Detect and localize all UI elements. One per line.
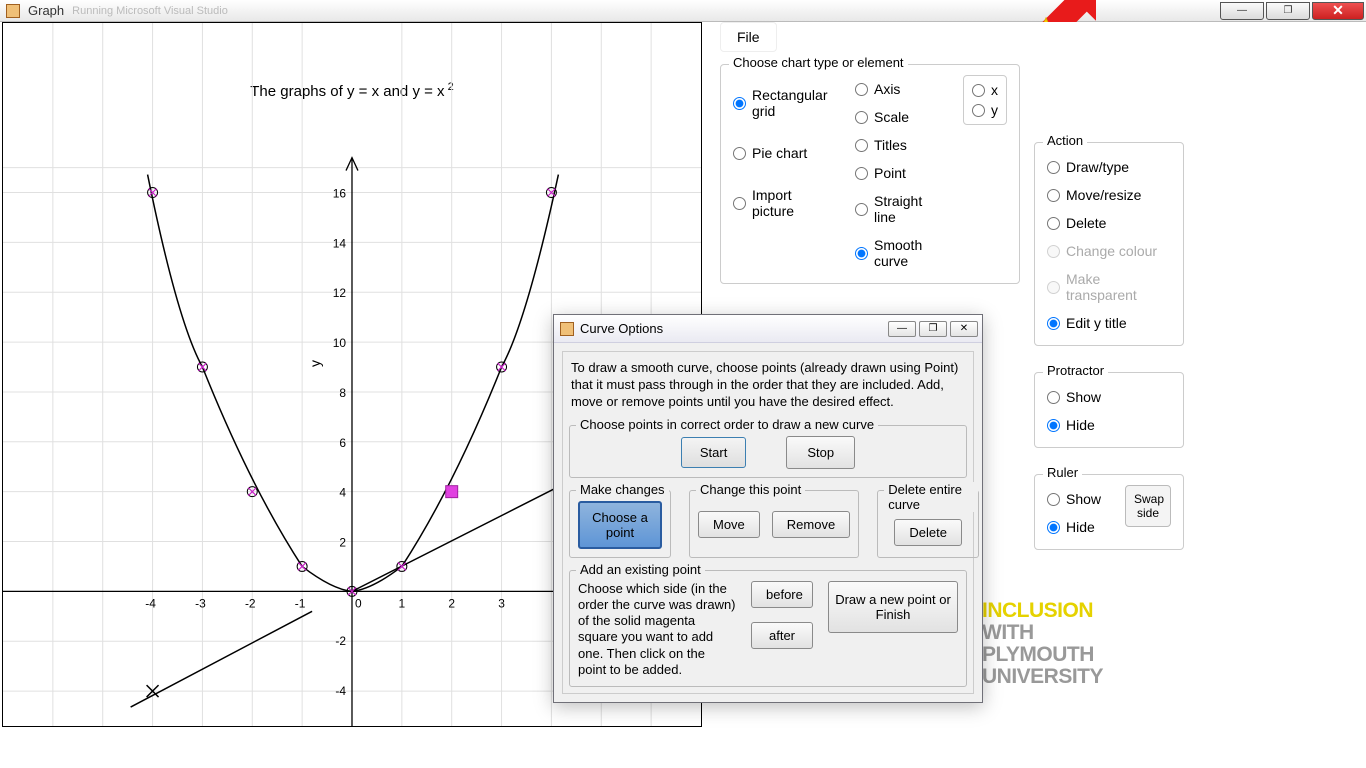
svg-text:0: 0 [355, 596, 362, 610]
svg-text:16: 16 [333, 187, 347, 201]
app-icon [6, 4, 20, 18]
app-title-faded: Running Microsoft Visual Studio [72, 5, 228, 17]
plymouth-logo: INCLUSION WITH PLYMOUTH UNIVERSITY [982, 600, 1103, 688]
group-title: Protractor [1043, 363, 1108, 378]
svg-text:y: y [307, 360, 323, 367]
radio-scale[interactable]: Scale [855, 103, 945, 131]
svg-text:-4: -4 [145, 596, 156, 610]
chart-type-group: Choose chart type or element Rectangular… [720, 64, 1020, 284]
add-existing-group: Add an existing point Choose which side … [569, 570, 967, 688]
svg-text:-2: -2 [245, 596, 256, 610]
choose-a-point-button[interactable]: Choose a point [578, 501, 662, 549]
radio-ruler-show[interactable]: Show [1047, 485, 1119, 513]
svg-text:10: 10 [333, 336, 347, 350]
svg-text:-3: -3 [195, 596, 206, 610]
dialog-close-button[interactable]: ✕ [950, 321, 978, 337]
ruler-group: Ruler Show Hide Swap side [1034, 474, 1184, 550]
dialog-icon [560, 322, 574, 336]
add-existing-desc: Choose which side (in the order the curv… [578, 581, 736, 679]
delete-button[interactable]: Delete [894, 519, 962, 546]
radio-move-resize[interactable]: Move/resize [1047, 181, 1171, 209]
radio-straight-line[interactable]: Straight line [855, 187, 945, 231]
radio-edit-y-title[interactable]: Edit y title [1047, 309, 1171, 337]
svg-text:14: 14 [333, 236, 347, 250]
svg-text:6: 6 [339, 436, 346, 450]
svg-text:12: 12 [333, 286, 347, 300]
svg-text:-4: -4 [335, 684, 346, 698]
file-menu[interactable]: File [720, 22, 777, 52]
svg-text:3: 3 [498, 596, 505, 610]
group-title: Ruler [1043, 465, 1082, 480]
radio-point[interactable]: Point [855, 159, 945, 187]
draw-new-or-finish-button[interactable]: Draw a new point or Finish [828, 581, 958, 633]
before-button[interactable]: before [751, 581, 813, 608]
radio-delete[interactable]: Delete [1047, 209, 1171, 237]
radio-titles[interactable]: Titles [855, 131, 945, 159]
svg-text:8: 8 [339, 386, 346, 400]
move-button[interactable]: Move [698, 511, 760, 538]
radio-smooth-curve[interactable]: Smooth curve [855, 231, 945, 275]
action-group: Action Draw/type Move/resize Delete Chan… [1034, 142, 1184, 346]
group-title: Action [1043, 133, 1087, 148]
radio-axis[interactable]: Axis [855, 75, 945, 103]
radio-draw-type[interactable]: Draw/type [1047, 153, 1171, 181]
svg-text:-2: -2 [335, 634, 346, 648]
radio-import-picture[interactable]: Import picture [733, 181, 837, 225]
svg-text:2: 2 [339, 535, 346, 549]
svg-text:-1: -1 [295, 596, 306, 610]
svg-text:1: 1 [399, 596, 406, 610]
delete-curve-group: Delete entire curve Delete [877, 490, 979, 558]
radio-y[interactable]: y [972, 100, 998, 120]
svg-text:4: 4 [339, 486, 346, 500]
dialog-title: Curve Options [580, 321, 663, 336]
dialog-maximize-button[interactable]: ❐ [919, 321, 947, 337]
dialog-titlebar[interactable]: Curve Options — ❐ ✕ [554, 315, 982, 343]
radio-change-colour: Change colour [1047, 237, 1171, 265]
app-titlebar: Graph Running Microsoft Visual Studio — … [0, 0, 1366, 22]
protractor-group: Protractor Show Hide [1034, 372, 1184, 448]
radio-make-transparent: Make transparent [1047, 265, 1171, 309]
change-this-point-group: Change this point Move Remove [689, 490, 859, 558]
swap-side-button[interactable]: Swap side [1125, 485, 1171, 527]
window-minimize-button[interactable]: — [1220, 2, 1264, 20]
window-close-button[interactable]: ✕ [1312, 2, 1364, 20]
window-maximize-button[interactable]: ❐ [1266, 2, 1310, 20]
after-button[interactable]: after [751, 622, 813, 649]
radio-pie-chart[interactable]: Pie chart [733, 139, 837, 167]
radio-ruler-hide[interactable]: Hide [1047, 513, 1119, 541]
make-changes-group: Make changes Choose a point [569, 490, 671, 558]
svg-text:2: 2 [448, 596, 455, 610]
remove-button[interactable]: Remove [772, 511, 850, 538]
curve-desc: To draw a smooth curve, choose points (a… [563, 352, 973, 419]
radio-protractor-show[interactable]: Show [1047, 383, 1171, 411]
app-title: Graph [28, 3, 64, 18]
radio-rectangular-grid[interactable]: Rectangular grid [733, 81, 837, 125]
radio-protractor-hide[interactable]: Hide [1047, 411, 1171, 439]
choose-points-group: Choose points in correct order to draw a… [569, 425, 967, 478]
start-button[interactable]: Start [681, 437, 746, 468]
group-title: Choose chart type or element [729, 55, 908, 70]
curve-options-dialog: Curve Options — ❐ ✕ To draw a smooth cur… [553, 314, 983, 703]
dialog-minimize-button[interactable]: — [888, 321, 916, 337]
stop-button[interactable]: Stop [786, 436, 855, 469]
radio-x[interactable]: x [972, 80, 998, 100]
